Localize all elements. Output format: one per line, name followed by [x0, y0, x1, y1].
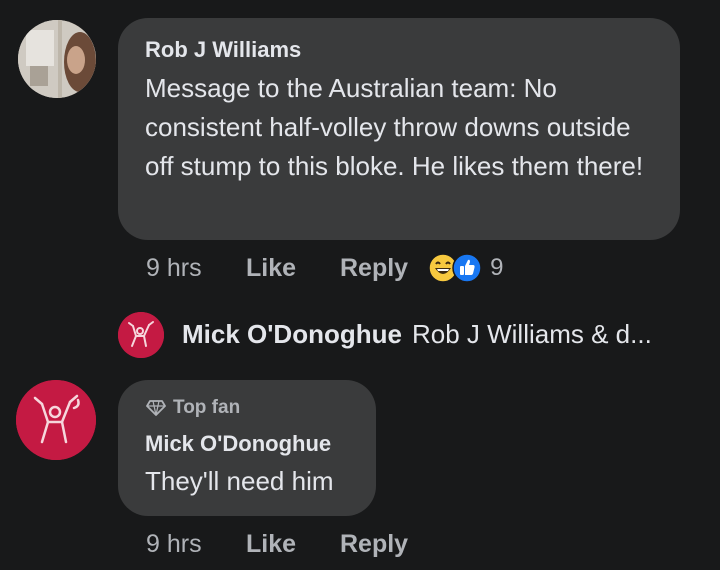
- reply-button[interactable]: Reply: [340, 254, 408, 283]
- reply-button[interactable]: Reply: [340, 530, 408, 559]
- comment-author[interactable]: Mick O'Donoghue: [145, 431, 331, 457]
- comment-bubble-rob: Rob J Williams Message to the Australian…: [118, 18, 680, 240]
- top-fan-badge: Top fan: [146, 397, 240, 419]
- comment-author[interactable]: Rob J Williams: [145, 37, 301, 63]
- avatar-rob-j-williams[interactable]: [18, 20, 96, 98]
- avatar-mick-odonoghue-small[interactable]: [118, 312, 164, 358]
- reply-preview-text: Rob J Williams & d...: [411, 319, 652, 349]
- avatar-mick-odonoghue[interactable]: [16, 380, 96, 460]
- profile-photo: [18, 20, 96, 98]
- badge-label: Top fan: [173, 397, 241, 418]
- comment-text: They'll need him: [145, 466, 334, 496]
- comment-bubble-mick: Top fan Mick O'Donoghue They'll need him: [118, 380, 376, 516]
- comment-timestamp[interactable]: 9 hrs: [146, 254, 246, 283]
- profile-photo: [16, 380, 96, 460]
- like-button[interactable]: Like: [246, 254, 340, 283]
- reply-preview[interactable]: Mick O'Donoghue Rob J Williams & d...: [182, 319, 652, 350]
- profile-photo: [118, 312, 164, 358]
- like-button[interactable]: Like: [246, 530, 340, 559]
- reaction-summary[interactable]: 9: [428, 253, 503, 283]
- reaction-count: 9: [490, 254, 504, 281]
- comment-timestamp[interactable]: 9 hrs: [146, 530, 246, 559]
- diamond-icon: [146, 400, 166, 416]
- reply-preview-author: Mick O'Donoghue: [182, 319, 402, 349]
- comment-actions: 9 hrs Like Reply: [146, 530, 408, 559]
- comment-thread: Rob J Williams Message to the Australian…: [0, 0, 720, 570]
- comment-actions: 9 hrs Like Reply 9: [146, 253, 503, 283]
- thumbs-up-icon: [452, 253, 482, 283]
- comment-text: Message to the Australian team: No consi…: [145, 73, 644, 181]
